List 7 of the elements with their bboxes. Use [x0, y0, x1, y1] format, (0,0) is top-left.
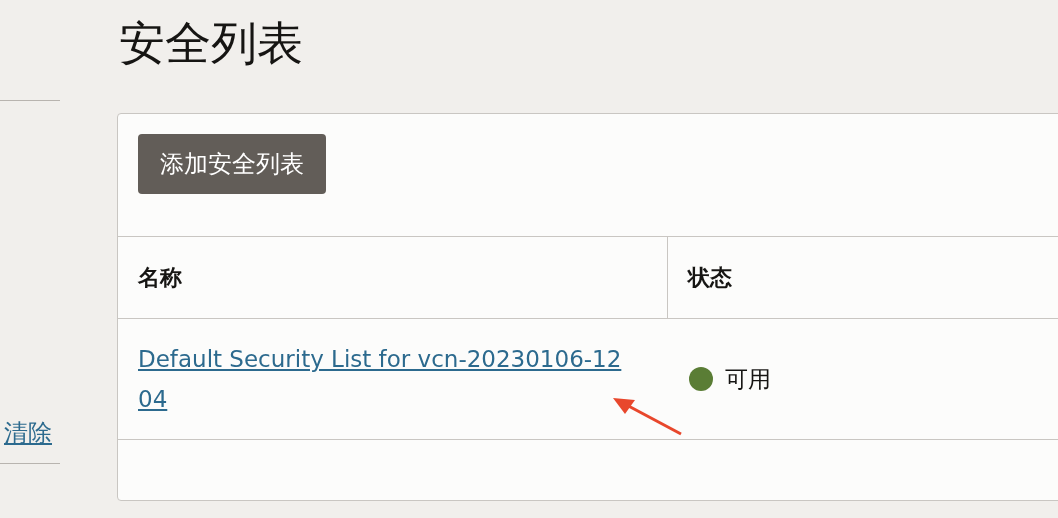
add-button[interactable]: 添加安全列表 — [138, 134, 326, 194]
column-header: 名称 — [118, 237, 668, 318]
status-text: 可用 — [725, 364, 771, 394]
security-list-link[interactable]: Default Security List for vcn-20230106-1204 — [138, 339, 628, 419]
clear-link[interactable]: 清除 — [4, 416, 60, 450]
column-header: 状态 — [686, 263, 733, 292]
page-title: 安全列表 — [119, 15, 304, 72]
